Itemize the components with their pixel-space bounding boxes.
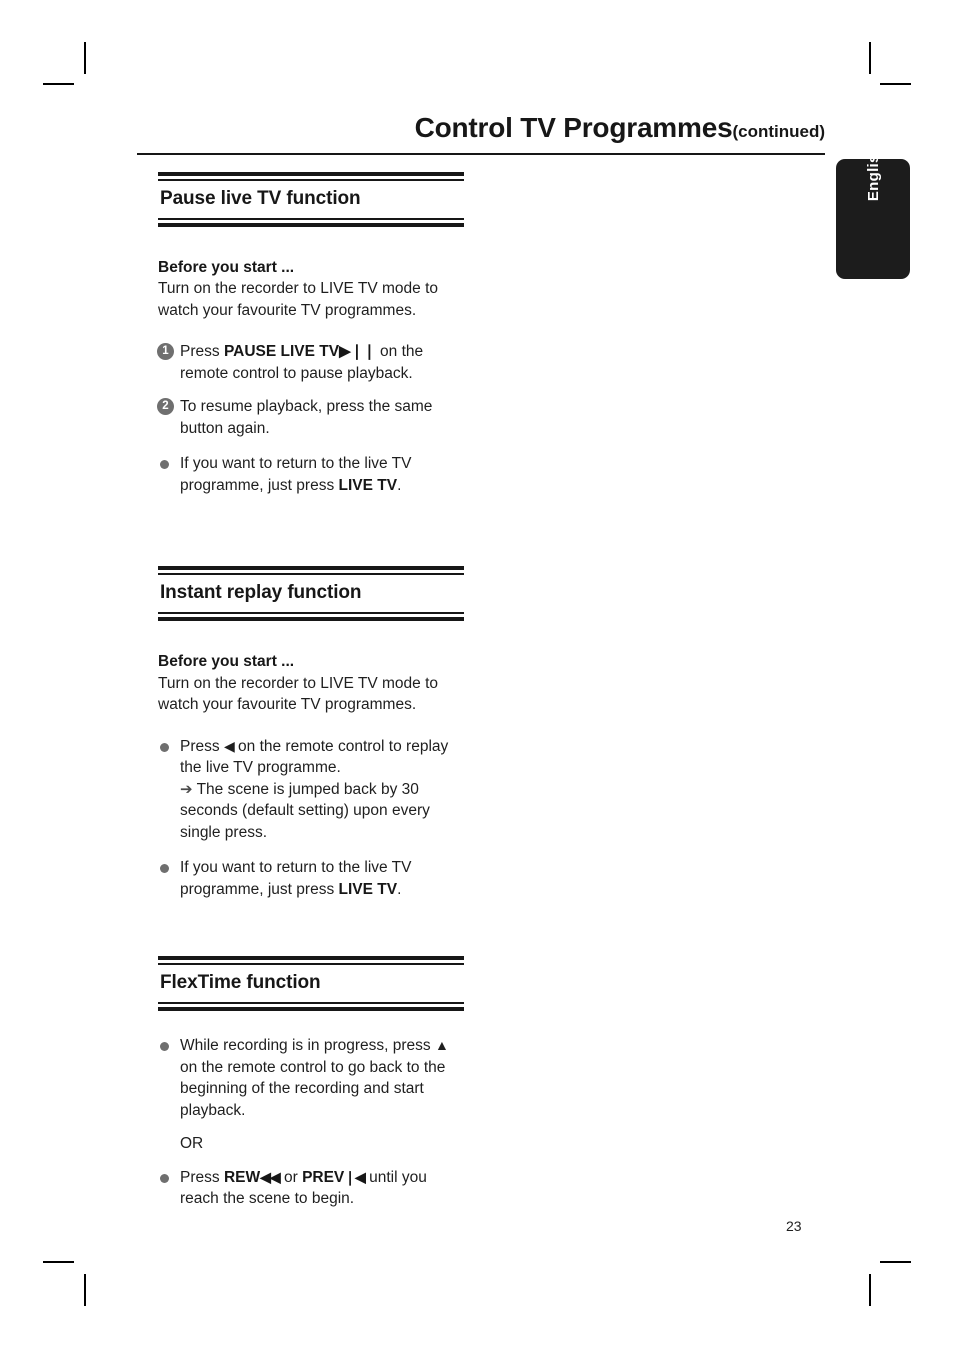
section-title: FlexTime function: [160, 972, 321, 994]
crop-mark-bottom-right-vertical: [869, 1274, 871, 1306]
content-column: Pause live TV function Before you start …: [157, 172, 464, 1210]
bullet-item: If you want to return to the live TV pro…: [158, 453, 464, 496]
bullet-text-after: .: [397, 476, 402, 494]
section-title: Instant replay function: [160, 582, 362, 604]
prev-button-label: PREV: [302, 1168, 345, 1186]
bullet-item: Press REW◀◀ or PREV❘◀ until you reach th…: [158, 1167, 464, 1210]
bullet-text-before: Press: [180, 1168, 224, 1186]
bullet-bold-label: LIVE TV: [338, 476, 398, 494]
rew-button-label: REW: [223, 1168, 261, 1186]
crop-mark-bottom-left-horizontal: [43, 1261, 74, 1263]
crop-mark-top-left-horizontal: [43, 83, 74, 85]
page-title-main: Control TV Programmes: [414, 112, 733, 143]
bullet-note: ➔ The scene is jumped back by 30 seconds …: [180, 779, 464, 844]
bullet-text-after: on the remote control to go back to the …: [180, 1058, 446, 1119]
bullet-item: If you want to return to the live TV pro…: [158, 857, 464, 900]
before-you-start-heading: Before you start ...: [158, 258, 295, 276]
bullet-dot-icon: [160, 864, 169, 874]
step-bold-label: PAUSE LIVE TV: [223, 343, 340, 361]
crop-mark-top-right-horizontal: [880, 83, 911, 85]
numbered-step: 1 Press PAUSE LIVE TV▶❘❘ on the remote c…: [157, 341, 464, 384]
rewind-icon: ◀◀: [260, 1168, 281, 1185]
or-separator-label: OR: [180, 1135, 204, 1153]
numbered-step: 2 To resume playback, press the same but…: [157, 396, 464, 439]
before-you-start-body: Turn on the recorder to LIVE TV mode to …: [158, 674, 439, 714]
section-flextime: FlexTime function: [158, 956, 464, 1012]
page-title: Control TV Programmes(continued): [137, 112, 825, 144]
section-instant-replay: Instant replay function: [158, 566, 464, 622]
step-number-marker: 1: [157, 343, 174, 361]
step-text-before: Press: [180, 343, 224, 361]
play-pause-icon: ▶❘❘: [339, 343, 376, 361]
section-pause-live-tv: Pause live TV function: [158, 172, 464, 227]
title-divider: [137, 153, 825, 155]
bullet-dot-icon: [160, 460, 169, 470]
left-arrow-icon: ◀: [223, 737, 235, 754]
bullet-bold-label: LIVE TV: [338, 880, 398, 898]
section-title: Pause live TV function: [160, 188, 361, 209]
bullet-dot-icon: [160, 742, 169, 752]
crop-mark-top-right-vertical: [869, 42, 871, 74]
bullet-dot-icon: [160, 1173, 169, 1183]
up-arrow-icon: ▲: [435, 1037, 449, 1054]
bullet-dot-icon: [160, 1042, 169, 1052]
page-title-continued: (continued): [732, 122, 825, 141]
bullet-item: Press ◀ on the remote control to replay …: [158, 736, 464, 844]
page-number: 23: [786, 1218, 802, 1234]
step-text: To resume playback, press the same butto…: [180, 398, 433, 437]
crop-mark-bottom-right-horizontal: [880, 1261, 911, 1263]
crop-mark-bottom-left-vertical: [84, 1274, 86, 1306]
previous-track-icon: ❘◀: [344, 1168, 365, 1185]
language-tab: English: [836, 145, 910, 279]
step-number-marker: 2: [157, 398, 174, 416]
crop-mark-top-left-vertical: [84, 42, 86, 74]
bullet-text-before: Press: [180, 737, 224, 755]
bullet-text-before: While recording is in progress, press: [180, 1037, 435, 1055]
language-tab-label: English: [864, 144, 882, 202]
bullet-text-after: .: [397, 880, 402, 898]
result-arrow-icon: ➔: [180, 780, 193, 798]
before-you-start-heading: Before you start ...: [158, 653, 295, 671]
bullet-text-mid: or: [279, 1168, 303, 1186]
before-you-start-body: Turn on the recorder to LIVE TV mode to …: [158, 280, 439, 319]
bullet-note-text: The scene is jumped back by 30 seconds (…: [180, 780, 430, 841]
bullet-item: While recording is in progress, press ▲ …: [158, 1035, 464, 1121]
